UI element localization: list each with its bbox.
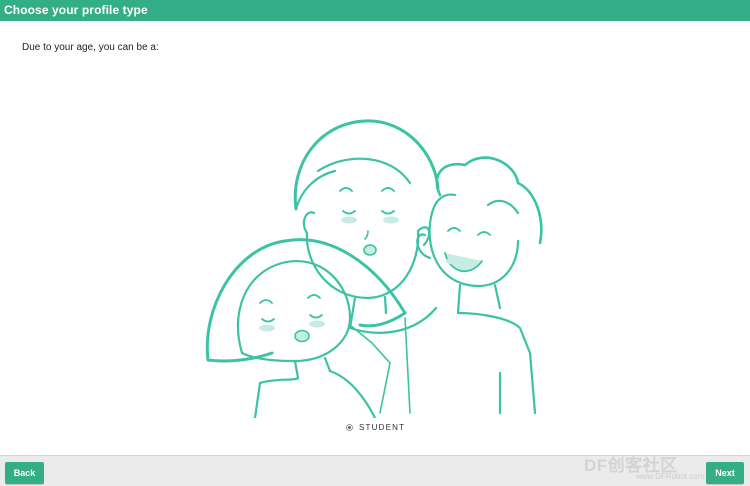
student-radio-button[interactable] bbox=[346, 423, 353, 431]
back-button[interactable]: Back bbox=[5, 462, 44, 484]
student-option-label: STUDENT bbox=[359, 422, 406, 432]
age-prompt-text: Due to your age, you can be a: bbox=[22, 42, 159, 53]
radio-selected-dot bbox=[348, 425, 351, 429]
page-title: Choose your profile type bbox=[4, 3, 148, 17]
next-button[interactable]: Next bbox=[706, 462, 744, 484]
student-illustration bbox=[205, 119, 543, 418]
page-title-bar: Choose your profile type bbox=[0, 0, 750, 21]
profile-option-student[interactable]: STUDENT bbox=[346, 421, 405, 433]
footer-bar: Back Next bbox=[0, 455, 750, 486]
